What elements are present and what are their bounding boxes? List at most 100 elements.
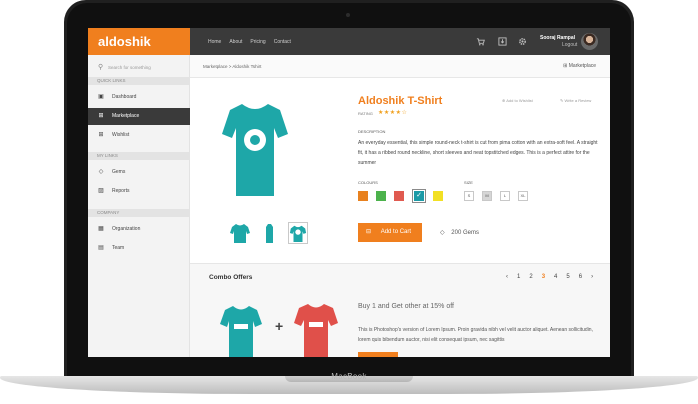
review-label: Write a Review <box>564 98 592 103</box>
search-input[interactable]: Search for something <box>108 65 151 70</box>
marketplace-label: Marketplace <box>568 63 596 69</box>
colour-swatch-green[interactable] <box>376 191 386 201</box>
webcam <box>346 13 350 17</box>
rating-stars[interactable]: ★★★★☆ <box>378 109 407 116</box>
page-4[interactable]: 4 <box>554 274 557 280</box>
team-icon: ▤ <box>98 245 104 251</box>
section-my-links: MY LINKS <box>88 152 190 160</box>
size-label: SIZE <box>464 180 473 185</box>
product-description: An everyday essential, this simple round… <box>358 140 598 166</box>
sidebar-item-label: Wishlist <box>112 132 130 138</box>
pencil-icon: ✎ <box>560 98 564 103</box>
plus-box-icon: ⊞ <box>98 132 104 138</box>
breadcrumb-text[interactable]: Marketplace > Aldoshik Tshirt <box>203 64 261 69</box>
nav-contact[interactable]: Contact <box>274 39 291 45</box>
sidebar-item-wishlist[interactable]: ⊞ Wishlist <box>88 127 190 144</box>
add-to-cart-button[interactable]: ⊟ Add to Cart <box>358 223 422 242</box>
page-2[interactable]: 2 <box>529 274 532 280</box>
size-option-m[interactable]: M <box>482 191 492 201</box>
add-to-wishlist-link[interactable]: ⊕ Add to Wishlist <box>502 98 533 103</box>
gems-price: ◇ 200 Gems <box>440 229 479 236</box>
size-option-l[interactable]: L <box>500 191 510 201</box>
colour-swatch-yellow[interactable] <box>433 191 443 201</box>
page-3[interactable]: 3 <box>542 274 545 280</box>
top-nav: Home About Pricing Contact <box>208 28 291 55</box>
nav-home[interactable]: Home <box>208 39 221 45</box>
combo-shirt-red <box>294 304 338 357</box>
colour-swatch-teal[interactable]: ✓ <box>412 189 426 203</box>
product-image <box>222 104 288 196</box>
colour-swatch-red[interactable] <box>394 191 404 201</box>
combo-add-button[interactable] <box>358 352 398 357</box>
marketplace-header: ⊞ Marketplace <box>563 63 596 69</box>
diamond-icon: ◇ <box>440 230 445 236</box>
breadcrumb: Marketplace > Aldoshik Tshirt ⊞ Marketpl… <box>190 55 610 78</box>
top-bar: aldoshik Home About Pricing Contact Soor… <box>88 28 610 55</box>
macbook-stage: aldoshik Home About Pricing Contact Soor… <box>0 0 698 404</box>
sidebar-item-dashboard[interactable]: ▣ Dashboard <box>88 89 190 106</box>
size-option-xl[interactable]: XL <box>518 191 528 201</box>
sidebar-item-organization[interactable]: ▦ Organization <box>88 221 190 238</box>
combo-description: This is Photoshop's version of Lorem Ips… <box>358 327 593 343</box>
gear-icon[interactable] <box>518 37 527 46</box>
size-option-s[interactable]: S <box>464 191 474 201</box>
download-box-icon[interactable] <box>498 37 507 46</box>
product-title: Aldoshik T-Shirt <box>358 95 443 107</box>
sidebar: ⚲ Search for something QUICK LINKS ▣ Das… <box>88 55 190 357</box>
combo-shirt-teal <box>220 306 262 357</box>
section-company: COMPANY <box>88 209 190 217</box>
combo-title: Combo Offers <box>209 274 253 281</box>
screen: aldoshik Home About Pricing Contact Soor… <box>88 28 610 357</box>
add-to-cart-label: Add to Cart <box>380 229 412 235</box>
nav-pricing[interactable]: Pricing <box>250 39 265 45</box>
sidebar-item-label: Organization <box>112 226 141 232</box>
next-page-icon[interactable]: › <box>591 274 593 280</box>
sidebar-item-label: Team <box>112 245 125 251</box>
app-logo[interactable]: aldoshik <box>88 28 190 55</box>
sidebar-item-label: Dashboard <box>112 94 137 100</box>
main-content: Aldoshik T-Shirt RATING ★★★★☆ ⊕ Add to W… <box>190 78 610 357</box>
page-5[interactable]: 5 <box>566 274 569 280</box>
sidebar-item-marketplace[interactable]: ⊞ Marketplace <box>88 108 190 125</box>
colours-label: COLOURS <box>358 180 378 185</box>
sidebar-item-label: Marketplace <box>112 113 140 119</box>
section-quick-links: QUICK LINKS <box>88 77 190 85</box>
chart-icon: ▨ <box>98 188 104 194</box>
sidebar-search[interactable]: ⚲ Search for something <box>88 59 190 76</box>
building-icon: ▦ <box>98 226 104 232</box>
combo-offers-section: Combo Offers ‹ 1 2 3 4 5 6 › + Buy 1 and… <box>190 263 610 357</box>
cart-icon: ⊞ <box>98 113 104 119</box>
cart-icon[interactable] <box>476 37 485 46</box>
sidebar-item-reports[interactable]: ▨ Reports <box>88 183 190 200</box>
sidebar-item-gems[interactable]: ◇ Gems <box>88 164 190 181</box>
page-1[interactable]: 1 <box>517 274 520 280</box>
gems-value: 200 Gems <box>451 230 479 236</box>
write-review-link[interactable]: ✎ Write a Review <box>560 98 591 103</box>
thumbnail-side[interactable] <box>260 222 280 244</box>
user-name: Sooraj Rampal <box>540 35 576 41</box>
device-brand: MacBook <box>331 372 367 381</box>
search-icon: ⚲ <box>98 64 104 71</box>
thumbnail-detail[interactable] <box>288 222 308 244</box>
check-icon: ✓ <box>416 192 422 199</box>
plus-sign: + <box>275 318 284 334</box>
page-6[interactable]: 6 <box>579 274 582 280</box>
thumbnail-front[interactable] <box>230 222 250 244</box>
nav-about[interactable]: About <box>229 39 242 45</box>
combo-offer-title: Buy 1 and Get other at 15% off <box>358 303 454 310</box>
cart-icon: ⊟ <box>366 229 372 235</box>
avatar[interactable] <box>581 33 598 50</box>
plus-icon: ⊕ <box>502 98 506 103</box>
sidebar-item-label: Gems <box>112 169 126 175</box>
wishlist-label: Add to Wishlist <box>506 98 533 103</box>
logout-link[interactable]: Logout <box>562 42 577 48</box>
prev-page-icon[interactable]: ‹ <box>506 274 508 280</box>
diamond-icon: ◇ <box>98 169 104 175</box>
colour-swatch-orange[interactable] <box>358 191 368 201</box>
rating-label: RATING <box>358 111 373 116</box>
description-label: DESCRIPTION <box>358 129 386 134</box>
sidebar-item-team[interactable]: ▤ Team <box>88 240 190 257</box>
dashboard-icon: ▣ <box>98 94 104 100</box>
sidebar-item-label: Reports <box>112 188 130 194</box>
store-icon: ⊞ <box>563 63 568 69</box>
